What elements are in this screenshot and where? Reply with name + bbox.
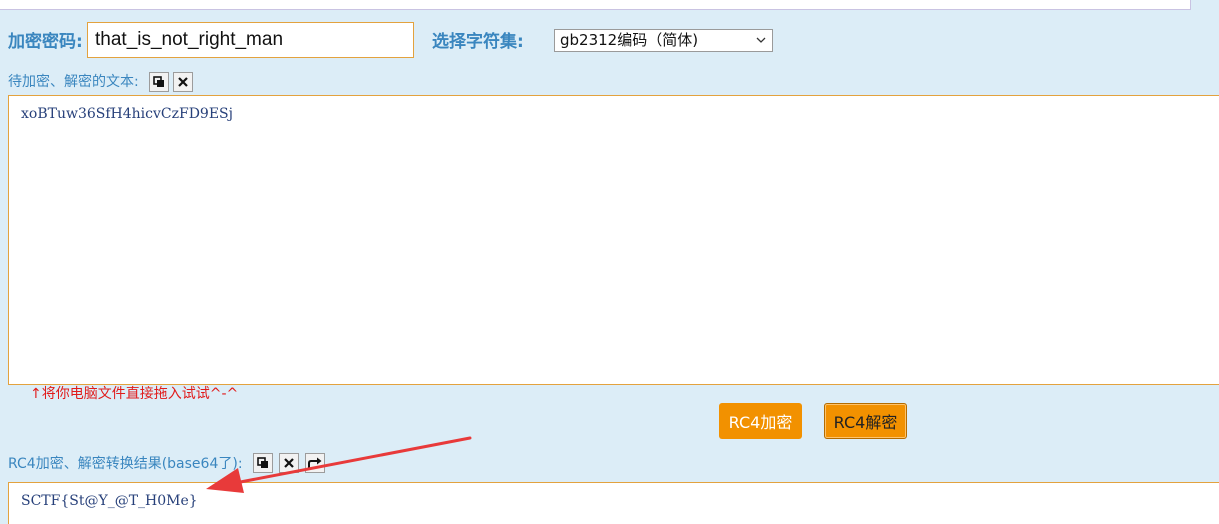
red-arrow-annotation — [206, 436, 472, 493]
rc4-tool-page: 加密密码: 选择字符集: gb2312编码（简体) 待加密、解密的文本: xoB… — [0, 0, 1219, 524]
